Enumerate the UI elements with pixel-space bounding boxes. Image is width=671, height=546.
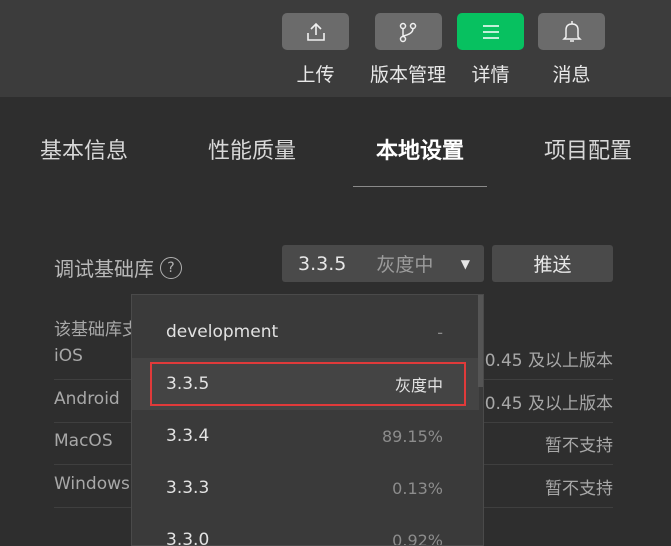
active-tab-indicator	[353, 186, 487, 187]
dropdown-option-3-3-3[interactable]: 3.3.3 0.13%	[132, 462, 479, 514]
debug-lib-label: 调试基础库	[54, 257, 154, 281]
option-share: 89.15%	[381, 426, 443, 446]
version-tool[interactable]: 版本管理	[370, 13, 446, 87]
platform-requirement: 0.45 及以上版本	[484, 394, 613, 414]
branch-icon	[399, 22, 417, 42]
messages-tool[interactable]: 消息	[538, 13, 605, 87]
dropdown-option-development[interactable]: development -	[132, 306, 479, 358]
tab-basic-info[interactable]: 基本信息	[40, 133, 128, 165]
dropdown-scrollbar[interactable]	[478, 295, 483, 387]
option-share: 0.92%	[392, 530, 443, 546]
tab-project-config[interactable]: 项目配置	[544, 133, 632, 165]
platform-requirement: 暂不支持	[545, 479, 613, 499]
messages-label: 消息	[552, 64, 591, 86]
top-toolbar: 上传 版本管理 详情 消息	[0, 0, 671, 97]
upload-button[interactable]	[282, 13, 349, 50]
details-tool[interactable]: 详情	[457, 13, 524, 87]
tab-performance[interactable]: 性能质量	[208, 133, 296, 165]
messages-button[interactable]	[538, 13, 605, 50]
version-management-button[interactable]	[374, 13, 442, 50]
platform-name: Android	[54, 389, 120, 409]
dropdown-option-3-3-4[interactable]: 3.3.4 89.15%	[132, 410, 479, 462]
support-title: 该基础库支	[54, 320, 139, 340]
upload-tool[interactable]: 上传	[282, 13, 349, 87]
dropdown-option-3-3-0[interactable]: 3.3.0 0.92%	[132, 514, 479, 546]
push-button[interactable]: 推送	[492, 245, 613, 282]
details-button[interactable]	[457, 13, 524, 50]
option-share: -	[437, 322, 443, 342]
option-version: development	[166, 322, 279, 342]
chevron-down-icon: ▼	[460, 256, 470, 271]
version-dropdown-menu: development - 3.3.5 灰度中 3.3.4 89.15% 3.3…	[131, 294, 484, 546]
menu-icon	[482, 24, 499, 39]
platform-name: MacOS	[54, 431, 113, 451]
bell-icon	[561, 20, 582, 42]
version-select[interactable]: 3.3.5 灰度中 ▼	[282, 245, 484, 282]
platform-name: Windows	[54, 474, 130, 494]
tab-bar: 基本信息 性能质量 本地设置 项目配置	[0, 97, 671, 189]
selected-status: 灰度中	[376, 254, 434, 276]
selection-highlight	[150, 362, 466, 406]
debug-lib-setting: 调试基础库 ?	[54, 253, 182, 282]
selected-version: 3.3.5	[298, 252, 347, 275]
option-share: 0.13%	[392, 478, 443, 498]
upload-label: 上传	[296, 64, 335, 86]
platform-requirement: 0.45 及以上版本	[484, 351, 613, 371]
upload-icon	[306, 22, 325, 41]
platform-requirement: 暂不支持	[545, 436, 613, 456]
option-version: 3.3.0	[166, 530, 210, 546]
option-version: 3.3.3	[166, 478, 210, 498]
tab-local-settings[interactable]: 本地设置	[376, 133, 464, 165]
version-management-label: 版本管理	[370, 64, 447, 86]
platform-name: iOS	[54, 346, 83, 366]
option-version: 3.3.4	[166, 426, 210, 446]
help-icon[interactable]: ?	[160, 256, 182, 279]
details-label: 详情	[471, 64, 510, 86]
